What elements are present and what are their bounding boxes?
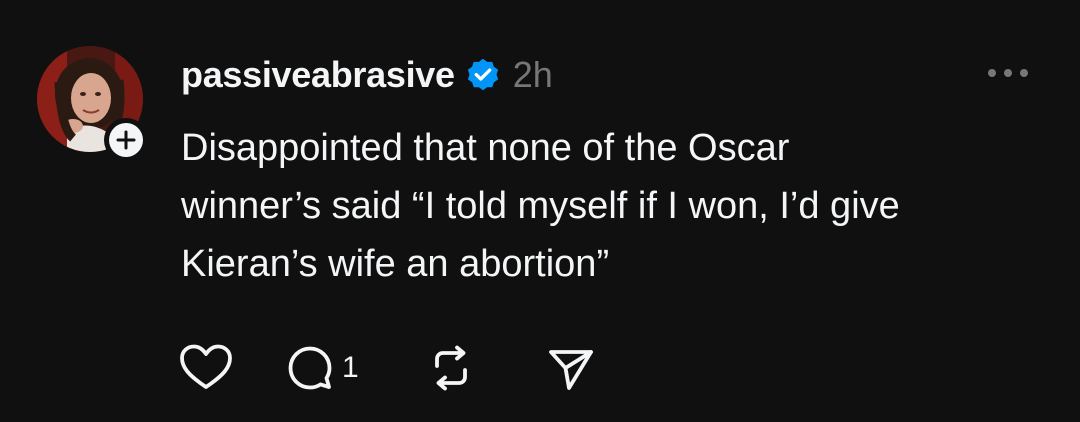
- heart-icon: [180, 344, 232, 389]
- post-text: Disappointed that none of the Oscar winn…: [181, 127, 900, 285]
- username[interactable]: passiveabrasive: [181, 54, 455, 96]
- follow-badge[interactable]: [109, 123, 143, 157]
- repost-icon: [434, 345, 467, 391]
- more-options-icon: [988, 69, 1028, 77]
- comment-icon: [288, 346, 332, 390]
- repost-button[interactable]: [427, 344, 475, 392]
- send-icon: [548, 350, 593, 390]
- plus-icon: [116, 130, 136, 150]
- avatar-container[interactable]: [37, 46, 148, 162]
- more-options-button[interactable]: [985, 62, 1031, 84]
- post-timestamp: 2h: [512, 54, 553, 95]
- post-header: passiveabrasive 2h: [181, 52, 553, 98]
- reply-count: 1: [342, 351, 359, 384]
- follow-button[interactable]: [104, 118, 148, 162]
- reply-button[interactable]: 1: [286, 344, 359, 392]
- verified-badge-icon: [467, 58, 498, 91]
- post-actions: 1: [178, 343, 595, 393]
- share-button[interactable]: [547, 344, 595, 392]
- like-button[interactable]: [178, 343, 234, 393]
